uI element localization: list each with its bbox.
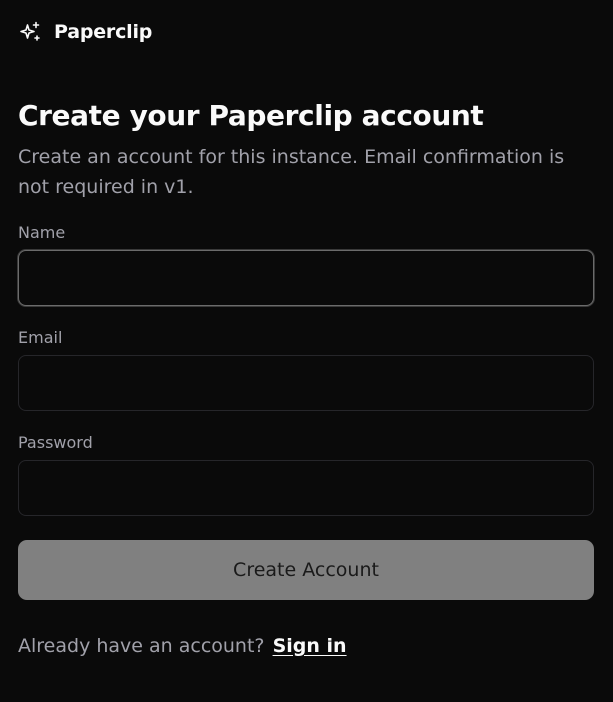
brand-header: Paperclip: [18, 0, 594, 64]
password-field-group: Password: [18, 433, 594, 516]
password-label: Password: [18, 433, 93, 452]
signin-prompt-text: Already have an account?: [18, 635, 265, 657]
name-field-group: Name: [18, 223, 594, 306]
name-label: Name: [18, 223, 66, 242]
create-account-button[interactable]: Create Account: [18, 540, 594, 600]
page-subtitle: Create an account for this instance. Ema…: [18, 146, 565, 198]
password-input[interactable]: [18, 460, 594, 516]
sparkles-icon: [18, 20, 42, 44]
email-field-group: Email: [18, 328, 594, 411]
email-label: Email: [18, 328, 63, 347]
signin-prompt: Already have an account? Sign in: [18, 632, 594, 660]
signup-page: Paperclip Create your Paperclip account …: [0, 0, 613, 702]
brand-name: Paperclip: [54, 21, 153, 43]
email-input[interactable]: [18, 355, 594, 411]
page-title: Create your Paperclip account: [18, 99, 484, 132]
name-input[interactable]: [18, 250, 594, 306]
signin-link[interactable]: Sign in: [273, 635, 347, 657]
